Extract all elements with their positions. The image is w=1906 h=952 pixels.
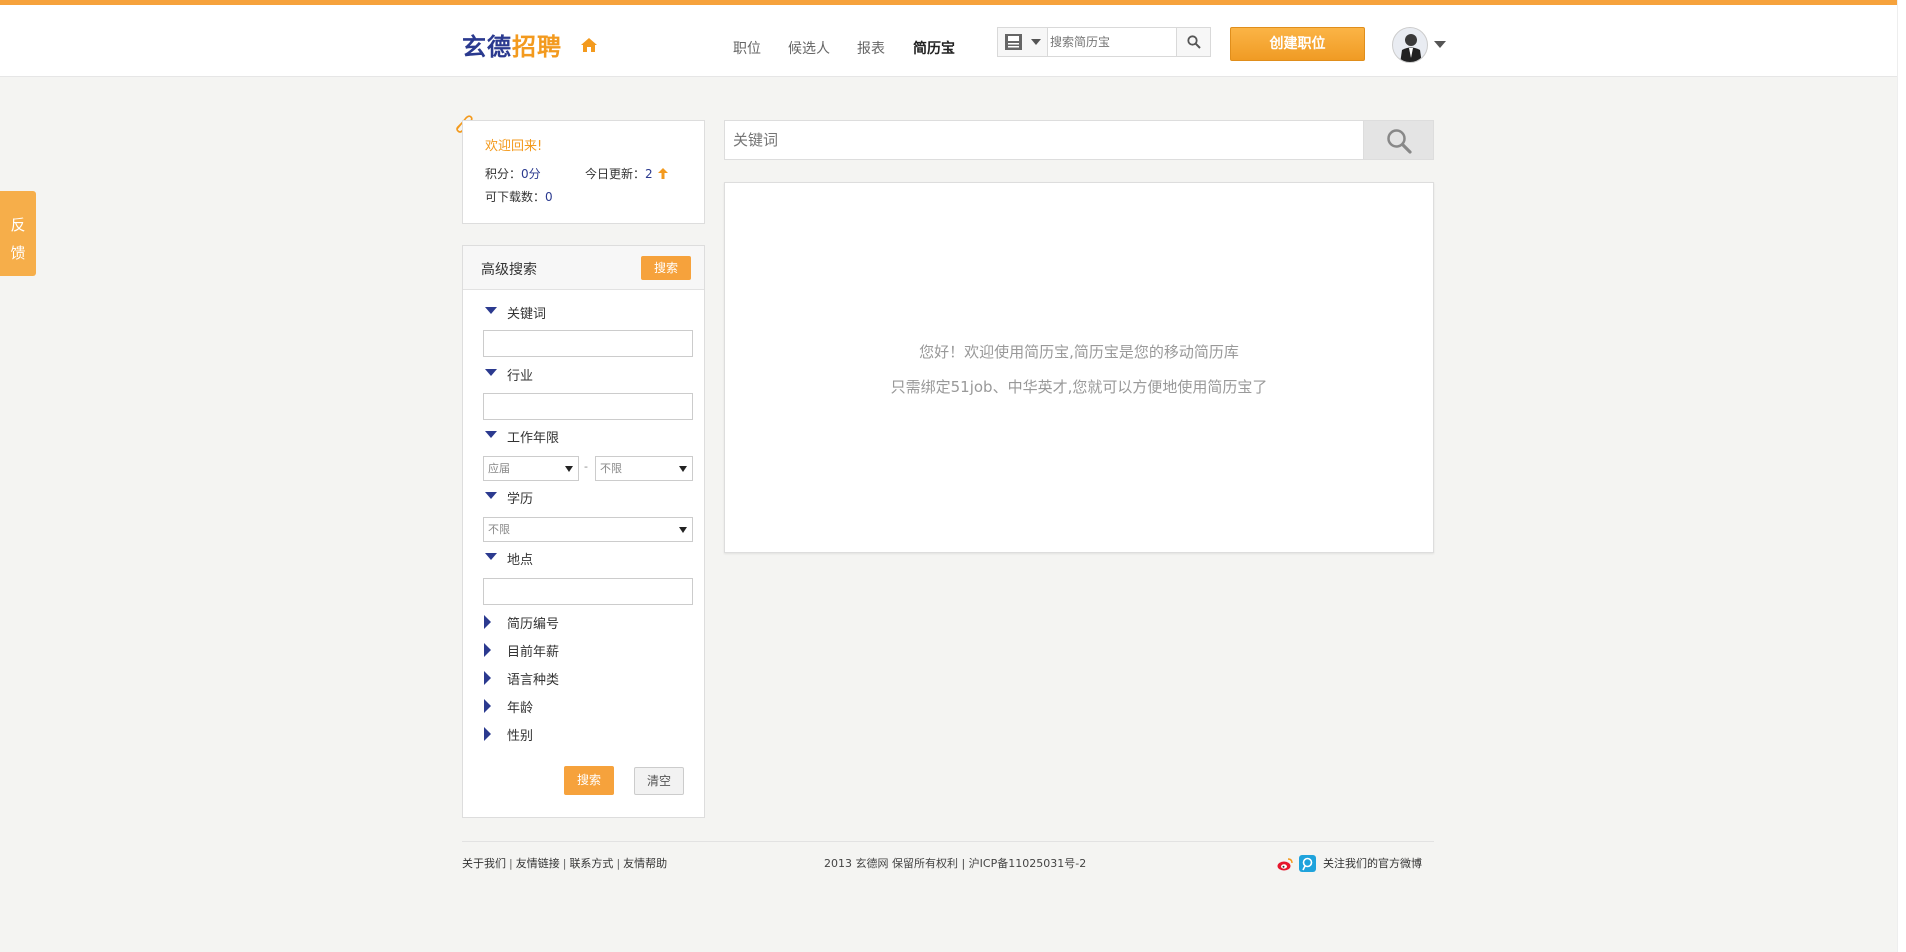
- advanced-search-header: 高级搜索 搜索: [463, 246, 704, 290]
- collapsed-arrow-icon[interactable]: [484, 615, 491, 629]
- collapsed-arrow-icon[interactable]: [484, 727, 491, 741]
- education-select[interactable]: 不限: [483, 517, 693, 542]
- create-job-button[interactable]: 创建职位: [1230, 27, 1365, 61]
- age-label[interactable]: 年龄: [507, 697, 533, 716]
- points-value: 0分: [521, 167, 541, 181]
- welcome-message-line1: 您好！欢迎使用简历宝,简历宝是您的移动简历库: [919, 343, 1239, 361]
- feedback-char-2: 馈: [10, 244, 26, 262]
- expand-keyword-icon[interactable]: [485, 307, 497, 314]
- main-search-bar: [724, 120, 1434, 160]
- clear-button[interactable]: 清空: [634, 767, 684, 795]
- downloads-label: 可下载数：: [485, 190, 546, 204]
- welcome-message-line2: 只需绑定51job、中华英才,您就可以方便地使用简历宝了: [890, 378, 1268, 396]
- nav-resume-bank[interactable]: 简历宝: [913, 38, 955, 58]
- footer-link-partners[interactable]: 友情链接: [516, 857, 560, 870]
- expand-work-years-icon[interactable]: [485, 431, 497, 438]
- user-menu-caret-icon[interactable]: [1434, 41, 1446, 48]
- today-update-label: 今日更新：: [585, 167, 646, 181]
- work-years-to-value: 不限: [600, 462, 622, 475]
- feedback-tab[interactable]: 反 馈: [0, 191, 36, 276]
- resume-bank-panel: 您好！欢迎使用简历宝,简历宝是您的移动简历库 只需绑定51job、中华英才,您就…: [724, 182, 1434, 553]
- education-label[interactable]: 学历: [507, 488, 533, 507]
- footer-link-contact[interactable]: 联系方式: [569, 857, 613, 870]
- downloads-line: 可下载数：0: [485, 188, 553, 205]
- footer-follow-text[interactable]: 关注我们的官方微博: [1323, 855, 1422, 871]
- keyword-label[interactable]: 关键词: [507, 303, 546, 322]
- welcome-box: 欢迎回来! 积分：0分 今日更新：2 可下载数：0: [462, 120, 705, 224]
- logo-text-part2: 招聘: [512, 33, 562, 61]
- work-years-to-select[interactable]: 不限: [595, 456, 693, 481]
- expand-location-icon[interactable]: [485, 553, 497, 560]
- search-icon: [1387, 129, 1412, 154]
- footer-link-help[interactable]: 友情帮助: [623, 857, 667, 870]
- welcome-title: 欢迎回来!: [485, 139, 543, 154]
- expand-industry-icon[interactable]: [485, 369, 497, 376]
- home-icon[interactable]: [580, 37, 598, 53]
- top-navigation-bar: 玄德招聘 职位 候选人 报表 简历宝 创建职位: [0, 0, 1906, 77]
- work-years-label[interactable]: 工作年限: [507, 427, 559, 446]
- education-value: 不限: [488, 523, 510, 536]
- search-type-dropdown[interactable]: [998, 28, 1048, 56]
- points-label: 积分：: [485, 167, 522, 181]
- avatar[interactable]: [1392, 27, 1428, 63]
- qq-weibo-icon[interactable]: [1299, 855, 1316, 872]
- collapsed-arrow-icon[interactable]: [484, 671, 491, 685]
- search-submit-button[interactable]: 搜索: [564, 766, 614, 795]
- expand-education-icon[interactable]: [485, 492, 497, 499]
- chevron-down-icon: [1031, 39, 1041, 45]
- nav-jobs[interactable]: 职位: [733, 38, 761, 58]
- advanced-search-title: 高级搜索: [481, 262, 537, 278]
- work-years-from-value: 应届: [488, 462, 510, 475]
- range-dash: -: [584, 460, 588, 473]
- header-search-button[interactable]: [1176, 28, 1210, 56]
- search-icon: [1187, 35, 1201, 49]
- points-line: 积分：0分: [485, 165, 541, 182]
- header-search-input[interactable]: [1050, 30, 1170, 54]
- today-update-line: 今日更新：2: [585, 165, 669, 182]
- select-arrow-icon: [565, 466, 573, 472]
- footer-link-about[interactable]: 关于我们: [462, 857, 506, 870]
- feedback-char-1: 反: [10, 216, 26, 234]
- select-arrow-icon: [679, 527, 687, 533]
- language-label[interactable]: 语言种类: [507, 669, 559, 688]
- main-search-button[interactable]: [1363, 121, 1433, 159]
- resume-id-label[interactable]: 简历编号: [507, 613, 559, 632]
- document-icon: [1005, 34, 1022, 50]
- scrollbar[interactable]: [1897, 0, 1906, 952]
- arrow-up-icon: [658, 168, 669, 179]
- location-label[interactable]: 地点: [507, 549, 533, 568]
- keyword-input[interactable]: [483, 330, 693, 357]
- advanced-search-top-button[interactable]: 搜索: [641, 256, 691, 280]
- today-update-value: 2: [645, 167, 653, 181]
- select-arrow-icon: [679, 466, 687, 472]
- collapsed-arrow-icon[interactable]: [484, 699, 491, 713]
- footer-copyright: 2013 玄德网 保留所有权利 | 沪ICP备11025031号-2: [824, 857, 1087, 870]
- user-avatar-icon: [1400, 34, 1422, 62]
- industry-label[interactable]: 行业: [507, 365, 533, 384]
- industry-input[interactable]: [483, 393, 693, 420]
- current-salary-label[interactable]: 目前年薪: [507, 641, 559, 660]
- advanced-search-panel: 高级搜索 搜索 关键词 行业 工作年限 应届 - 不限 学历 不限 地点 简历编…: [462, 245, 705, 818]
- main-search-input[interactable]: [733, 127, 1333, 153]
- footer-divider: [462, 841, 1434, 842]
- location-input[interactable]: [483, 578, 693, 605]
- header-search: [997, 27, 1211, 57]
- weibo-icon[interactable]: [1277, 856, 1293, 872]
- nav-candidates[interactable]: 候选人: [788, 38, 830, 58]
- footer-links: 关于我们 | 友情链接 | 联系方式 | 友情帮助: [462, 857, 668, 870]
- work-years-from-select[interactable]: 应届: [483, 456, 579, 481]
- nav-reports[interactable]: 报表: [857, 38, 885, 58]
- logo[interactable]: 玄德招聘: [462, 27, 562, 62]
- collapsed-arrow-icon[interactable]: [484, 643, 491, 657]
- logo-text-part1: 玄德: [462, 33, 512, 61]
- gender-label[interactable]: 性别: [507, 725, 533, 744]
- downloads-value: 0: [545, 190, 553, 204]
